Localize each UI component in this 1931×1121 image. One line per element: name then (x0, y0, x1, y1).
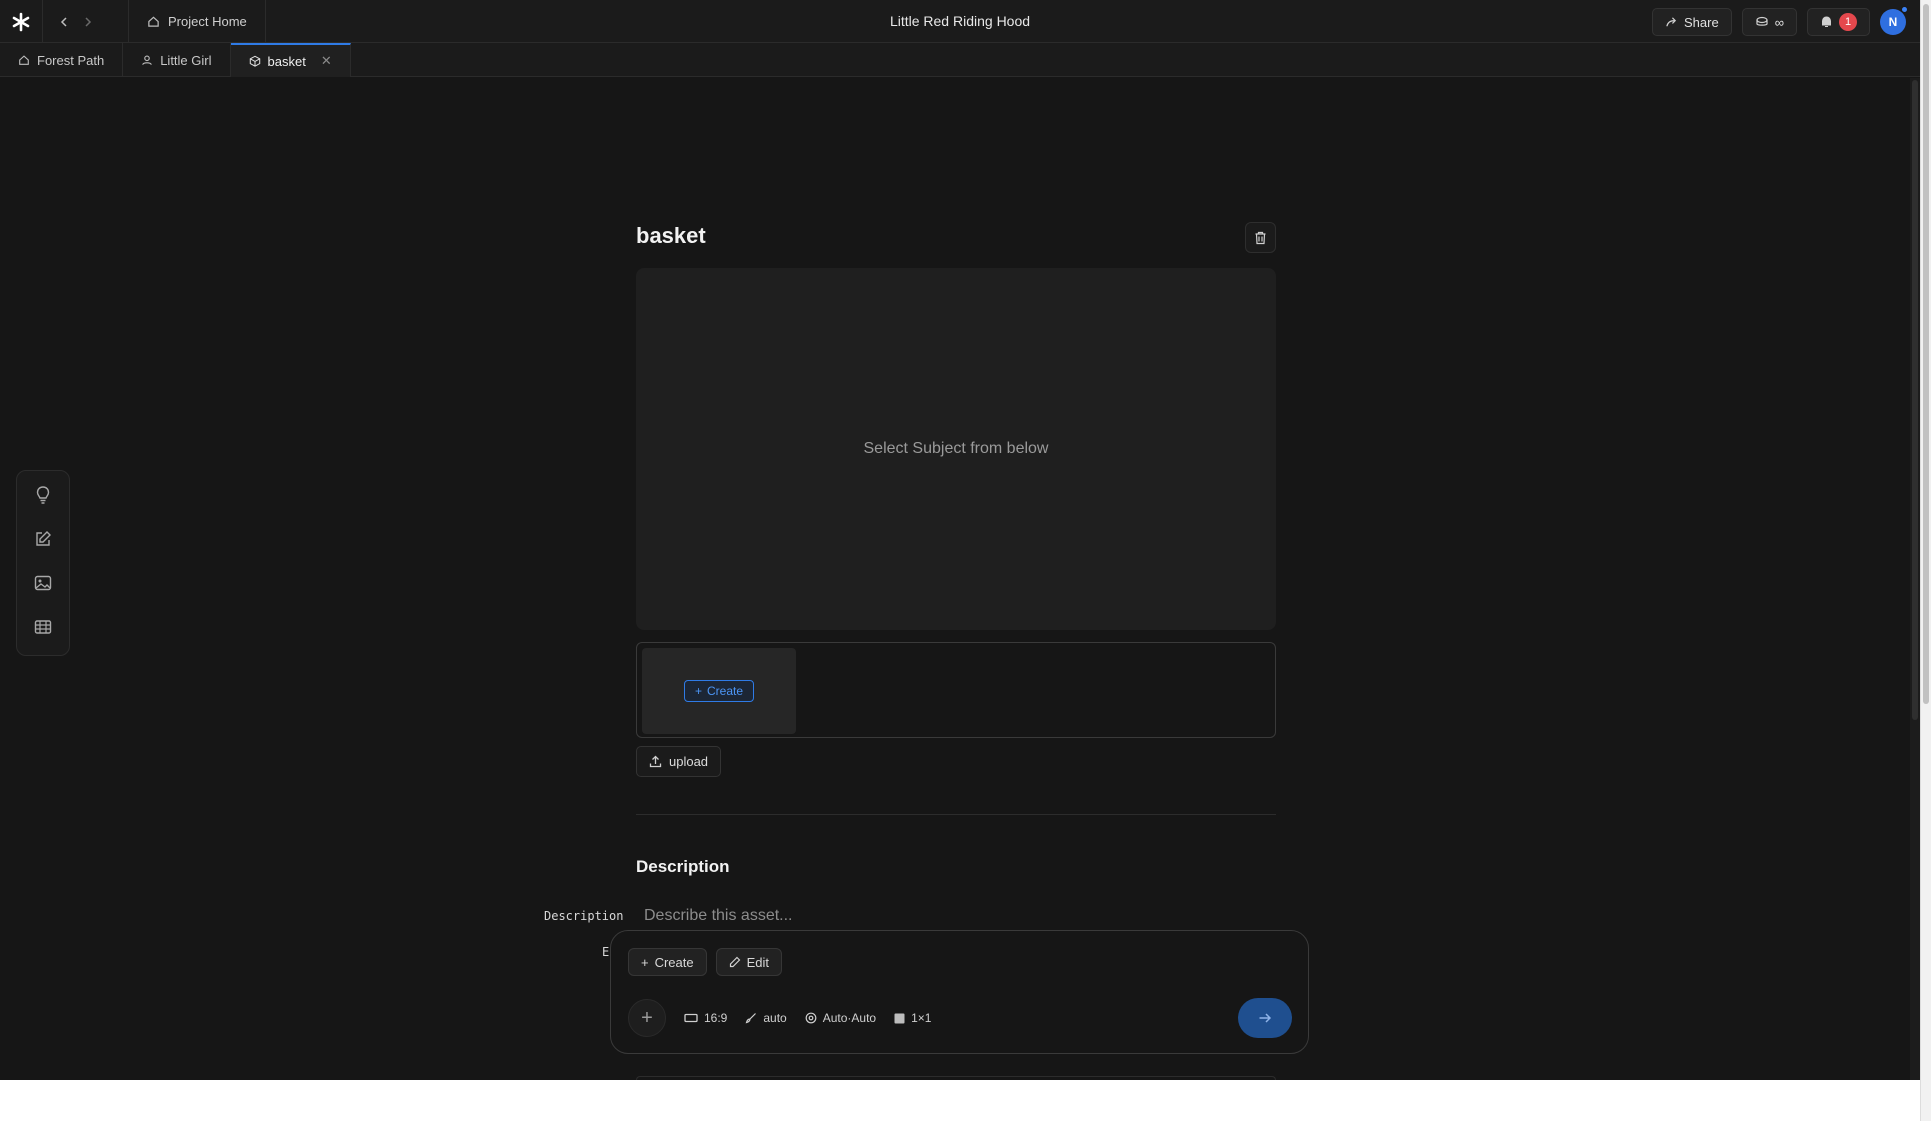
second-field-label: E (602, 945, 610, 959)
project-home-button[interactable]: Project Home (128, 0, 266, 43)
grid-option[interactable]: 1×1 (894, 1011, 931, 1025)
grid-value: 1×1 (911, 1011, 932, 1025)
chevron-right-icon (85, 17, 92, 27)
home-icon (148, 16, 159, 27)
top-bar: Project Home Little Red Riding Hood Shar… (0, 0, 1920, 43)
user-icon (142, 55, 153, 65)
next-section-edge (636, 1076, 1276, 1080)
user-avatar[interactable]: N (1880, 6, 1908, 35)
model-icon (805, 1012, 817, 1024)
tab-basket[interactable]: basket ✕ (230, 43, 351, 77)
image-icon[interactable] (31, 571, 55, 595)
close-tab-icon[interactable]: ✕ (321, 53, 332, 69)
composer-create-label: Create (654, 954, 694, 970)
content-scrollbar-thumb[interactable] (1912, 80, 1918, 720)
model-option[interactable]: Auto·Auto (805, 1011, 876, 1025)
box-icon (249, 55, 260, 67)
chevron-left-icon (60, 17, 67, 27)
project-title: Little Red Riding Hood (889, 13, 1031, 29)
add-attachment-button[interactable]: + (628, 999, 666, 1037)
bell-icon (1822, 16, 1831, 27)
trash-icon (1255, 231, 1266, 244)
app-logo[interactable] (0, 0, 43, 43)
create-label: Create (706, 684, 744, 698)
plus-icon: + (641, 954, 649, 970)
delete-asset-button[interactable] (1245, 222, 1276, 253)
online-status-dot (1901, 6, 1908, 13)
send-button[interactable] (1238, 998, 1292, 1038)
top-bar-actions: Share ∞ 1 N (1652, 6, 1908, 36)
pencil-icon (729, 956, 740, 968)
composer-edit-button[interactable]: Edit (715, 948, 783, 976)
description-field-label: Description (544, 909, 624, 923)
arrow-right-icon (1259, 1013, 1272, 1023)
notifications-button[interactable]: 1 (1807, 8, 1870, 36)
upload-label: upload (669, 754, 709, 769)
share-button[interactable]: Share (1652, 8, 1732, 36)
aspect-ratio-option[interactable]: 16:9 (684, 1011, 727, 1025)
credits-button[interactable]: ∞ (1741, 8, 1797, 36)
model-value: Auto·Auto (822, 1011, 877, 1025)
tool-rail (16, 470, 70, 656)
aspect-ratio-icon (684, 1013, 698, 1023)
notification-badge: 1 (1839, 13, 1857, 31)
share-label: Share (1684, 14, 1719, 30)
upload-button[interactable]: upload (636, 746, 722, 777)
composer-edit-label: Edit (746, 954, 770, 970)
asset-title: basket (636, 223, 706, 248)
tab-label: Forest Path (37, 52, 105, 68)
preview-placeholder: Select Subject from below (863, 440, 1049, 457)
grid-square-icon (894, 1013, 905, 1023)
subject-thumbnail-strip: + Create (636, 642, 1276, 738)
back-button[interactable] (52, 10, 76, 34)
upload-icon (649, 755, 662, 768)
plus-icon: + (641, 1006, 653, 1029)
film-icon[interactable] (31, 615, 55, 639)
tab-forest-path[interactable]: Forest Path (0, 43, 124, 77)
home-icon (19, 55, 29, 65)
content-scrollbar[interactable] (1910, 78, 1920, 1080)
create-subject-card: + Create (642, 648, 796, 734)
generation-composer: + Create Edit + 16:9 auto Auto·Auto 1×1 (610, 930, 1309, 1054)
asterisk-logo-icon (12, 12, 30, 31)
create-subject-button[interactable]: + Create (683, 680, 755, 702)
page-scrollbar[interactable] (1920, 0, 1931, 1121)
edit-icon[interactable] (31, 527, 55, 551)
tab-bar: Forest Path Little Girl basket ✕ (0, 43, 1920, 77)
plus-icon: + (694, 684, 702, 698)
tab-label: Little Girl (160, 52, 212, 68)
lightbulb-icon[interactable] (31, 483, 55, 507)
forward-button[interactable] (76, 10, 100, 34)
share-icon (1666, 16, 1677, 26)
composer-create-button[interactable]: + Create (628, 948, 707, 976)
aspect-ratio-value: 16:9 (704, 1011, 728, 1025)
composer-mode-buttons: + Create Edit (628, 948, 783, 976)
style-option[interactable]: auto (745, 1011, 787, 1025)
page-scrollbar-thumb[interactable] (1923, 4, 1929, 704)
avatar-initial: N (1888, 15, 1898, 29)
description-section-title: Description (636, 857, 730, 876)
style-value: auto (763, 1011, 787, 1025)
description-input[interactable] (636, 902, 1276, 930)
subject-preview: Select Subject from below (636, 268, 1276, 630)
credits-value: ∞ (1774, 14, 1784, 30)
composer-options: + 16:9 auto Auto·Auto 1×1 (628, 999, 931, 1037)
section-divider (636, 814, 1276, 815)
brush-icon (746, 1013, 757, 1024)
project-home-label: Project Home (168, 14, 247, 29)
app-window: Project Home Little Red Riding Hood Shar… (0, 0, 1920, 1080)
tab-little-girl[interactable]: Little Girl (123, 43, 231, 77)
tab-label: basket (267, 53, 306, 69)
coins-icon (1756, 16, 1768, 26)
